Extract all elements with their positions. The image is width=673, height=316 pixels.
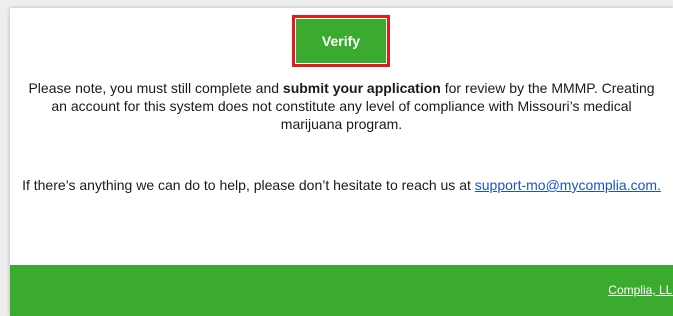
notice-emphasis: submit your application xyxy=(282,80,441,96)
notice-paragraph: Please note, you must still complete and… xyxy=(22,79,661,133)
footer-bar: Complia, LLC xyxy=(10,265,673,316)
company-link[interactable]: Complia, LLC xyxy=(608,283,673,297)
help-text: If there’s anything we can do to help, p… xyxy=(22,177,475,193)
verify-highlight-box: Verify xyxy=(292,15,390,67)
verify-button[interactable]: Verify xyxy=(296,19,386,63)
support-email-link[interactable]: support-mo@mycomplia.com. xyxy=(475,177,661,193)
help-paragraph: If there’s anything we can do to help, p… xyxy=(22,176,661,194)
notice-text-start: Please note, you must still complete and xyxy=(28,80,283,96)
email-card: Verify Please note, you must still compl… xyxy=(10,8,673,316)
